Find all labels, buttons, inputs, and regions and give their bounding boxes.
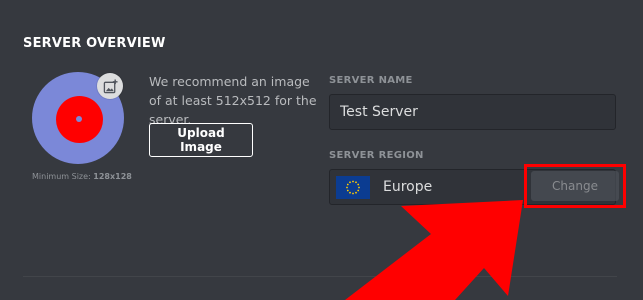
server-region-value: Europe [383, 179, 433, 195]
eu-flag-icon [336, 176, 370, 199]
upload-image-button[interactable]: Upload Image [149, 123, 253, 157]
min-size-value: 128x128 [93, 172, 132, 181]
image-recommendation: We recommend an image of at least 512x51… [149, 74, 317, 127]
server-name-input[interactable] [329, 94, 616, 130]
min-size-label: Minimum Size: [32, 172, 91, 181]
change-region-button[interactable]: Change [531, 171, 619, 201]
server-region-label: SERVER REGION [329, 150, 424, 161]
server-icon-center-dot [76, 116, 82, 122]
server-icon-area[interactable] [32, 72, 124, 164]
image-plus-icon[interactable] [97, 73, 123, 99]
server-name-label: SERVER NAME [329, 75, 413, 86]
min-size-note: Minimum Size: 128x128 [32, 172, 132, 181]
section-title: SERVER OVERVIEW [23, 36, 166, 51]
section-divider [23, 276, 617, 277]
